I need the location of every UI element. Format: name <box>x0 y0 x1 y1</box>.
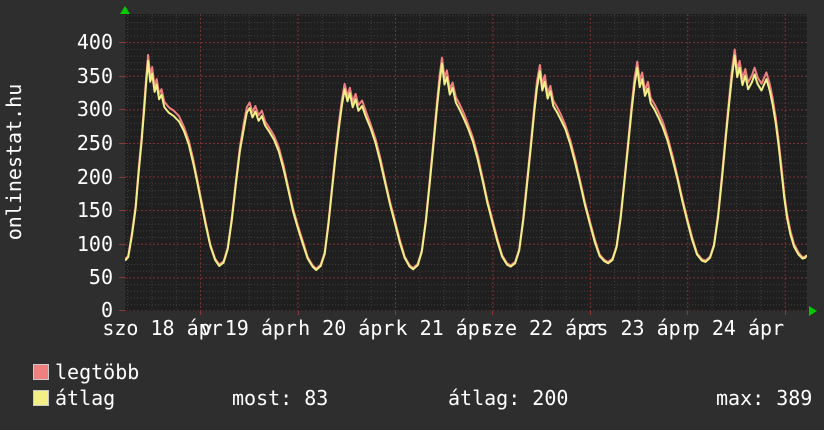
y-tick-mark <box>119 310 125 311</box>
y-tick-label: 350 <box>76 63 113 88</box>
x-tick-mark <box>200 311 202 315</box>
y-tick-label: 300 <box>76 97 113 122</box>
y-tick-label: 150 <box>76 198 113 223</box>
stat-atlag: átlag: 200 <box>448 386 569 410</box>
watermark-onlinestat: onlinestat.hu <box>2 83 26 241</box>
x-tick-label: sze 22 ápr <box>480 316 602 340</box>
x-tick-mark <box>687 311 689 315</box>
legend-label: legtöbb <box>55 360 140 384</box>
plot-area <box>125 14 807 311</box>
y-tick-label: 250 <box>76 130 113 155</box>
y-tick-label: 200 <box>76 164 113 189</box>
y-tick-mark <box>119 142 125 144</box>
y-tick-mark <box>119 42 125 44</box>
x-tick-mark <box>784 311 786 315</box>
x-tick-label: h 20 ápr <box>298 316 395 340</box>
stat-max: max: 389 <box>716 386 813 410</box>
y-tick-label: 100 <box>76 231 113 256</box>
series-line-legtobb <box>125 48 807 270</box>
x-tick-mark <box>394 311 396 315</box>
y-tick-mark <box>119 75 125 77</box>
y-tick-mark <box>119 210 125 212</box>
x-tick-label: p 24 ápr <box>687 316 785 340</box>
x-axis-arrow-icon <box>809 306 817 316</box>
x-tick-label: cs 23 ápr <box>584 316 693 340</box>
y-tick-mark <box>119 109 125 111</box>
x-tick-mark <box>492 311 494 315</box>
stat-chart-page: onlinestat.hu 0 50 100 150 200 250 300 350 400 s… <box>0 0 824 430</box>
y-tick-label: 400 <box>76 30 113 55</box>
legend-swatch-red <box>33 364 49 380</box>
x-tick-mark <box>589 311 591 315</box>
legend-label: átlag <box>55 386 116 410</box>
y-axis-arrow-icon <box>120 6 130 14</box>
chart-canvas <box>125 14 807 311</box>
y-tick-mark <box>119 176 125 178</box>
y-tick-label: 50 <box>88 265 113 290</box>
x-tick-mark <box>297 311 299 315</box>
legend-swatch-yellow <box>33 390 49 406</box>
y-tick-mark <box>119 243 125 245</box>
x-tick-label: k 21 ápr <box>395 316 492 340</box>
stat-most: most: 83 <box>232 386 329 410</box>
x-tick-label: v 19 ápr <box>200 316 297 340</box>
y-tick-mark <box>119 277 125 279</box>
